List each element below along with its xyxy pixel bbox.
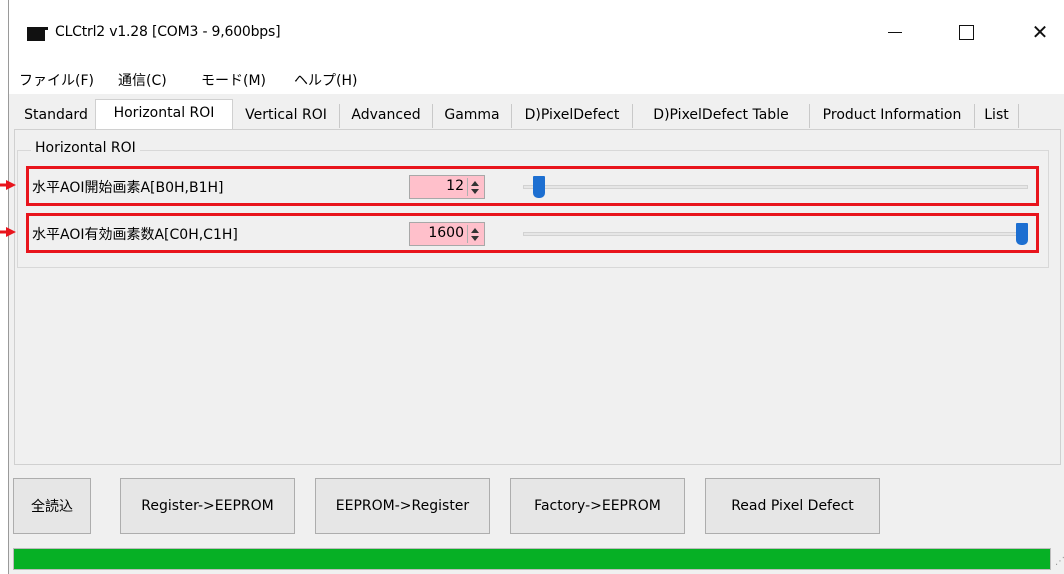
param-label: 水平AOI有効画素数A[C0H,C1H] <box>32 227 238 243</box>
spin-down-icon[interactable] <box>471 189 479 194</box>
app-window: CLCtrl2 v1.28 [COM3 - 9,600bps] ✕ ファイル(F… <box>8 0 1064 574</box>
read-pixel-defect-button[interactable]: Read Pixel Defect <box>705 478 880 534</box>
param-row-start-pixel: 水平AOI開始画素A[B0H,B1H] 12 <box>26 166 1039 206</box>
menu-mode[interactable]: モード(M) <box>201 70 266 90</box>
resize-grip-icon[interactable]: ⋰ <box>1055 556 1064 567</box>
tab-pixel-defect[interactable]: D)PixelDefect <box>512 104 633 128</box>
start-pixel-input[interactable]: 12 <box>409 175 485 199</box>
spin-up-icon[interactable] <box>471 181 479 186</box>
menu-bar: ファイル(F) 通信(C) モード(M) ヘルプ(H) <box>9 66 1064 94</box>
spin-buttons[interactable] <box>467 225 482 243</box>
tab-product-information[interactable]: Product Information <box>810 104 975 128</box>
window-title: CLCtrl2 v1.28 [COM3 - 9,600bps] <box>55 24 281 40</box>
progress-fill <box>14 549 1050 569</box>
tab-list[interactable]: List <box>975 104 1019 128</box>
title-bar[interactable]: CLCtrl2 v1.28 [COM3 - 9,600bps] ✕ <box>9 0 1064 66</box>
annotation-arrow-icon <box>0 227 16 237</box>
menu-help[interactable]: ヘルプ(H) <box>294 70 357 90</box>
param-label: 水平AOI開始画素A[B0H,B1H] <box>32 180 224 196</box>
slider-thumb[interactable] <box>532 176 545 198</box>
minimize-icon <box>888 31 902 33</box>
param-row-effective-pixels: 水平AOI有効画素数A[C0H,C1H] 1600 <box>26 213 1039 253</box>
factory-to-eeprom-button[interactable]: Factory->EEPROM <box>510 478 685 534</box>
tab-pixel-defect-table[interactable]: D)PixelDefect Table <box>633 104 810 128</box>
maximize-icon <box>958 24 974 40</box>
register-to-eeprom-button[interactable]: Register->EEPROM <box>120 478 295 534</box>
app-icon <box>27 27 48 41</box>
maximize-button[interactable] <box>943 12 989 52</box>
spin-buttons[interactable] <box>467 178 482 196</box>
slider-track[interactable] <box>523 232 1028 236</box>
annotation-arrow-icon <box>0 180 16 190</box>
minimize-button[interactable] <box>872 12 918 52</box>
read-all-button[interactable]: 全読込 <box>13 478 91 534</box>
progress-bar <box>13 548 1051 570</box>
eeprom-to-register-button[interactable]: EEPROM->Register <box>315 478 490 534</box>
slider-track[interactable] <box>523 185 1028 189</box>
close-button[interactable]: ✕ <box>1017 12 1063 52</box>
tab-strip: Standard Horizontal ROI Vertical ROI Adv… <box>9 94 1064 130</box>
effective-pixels-input[interactable]: 1600 <box>409 222 485 246</box>
group-title: Horizontal ROI <box>31 140 140 156</box>
tab-gamma[interactable]: Gamma <box>433 104 512 128</box>
spin-up-icon[interactable] <box>471 228 479 233</box>
numeric-value: 1600 <box>428 225 464 241</box>
tab-vertical-roi[interactable]: Vertical ROI <box>233 104 340 128</box>
slider-thumb[interactable] <box>1016 223 1028 245</box>
menu-file[interactable]: ファイル(F) <box>19 70 94 90</box>
menu-communication[interactable]: 通信(C) <box>118 70 167 90</box>
spin-down-icon[interactable] <box>471 236 479 241</box>
tab-advanced[interactable]: Advanced <box>340 104 433 128</box>
tab-standard[interactable]: Standard <box>11 104 102 128</box>
close-icon: ✕ <box>1031 20 1049 44</box>
tab-horizontal-roi[interactable]: Horizontal ROI <box>95 99 233 130</box>
numeric-value: 12 <box>446 178 464 194</box>
